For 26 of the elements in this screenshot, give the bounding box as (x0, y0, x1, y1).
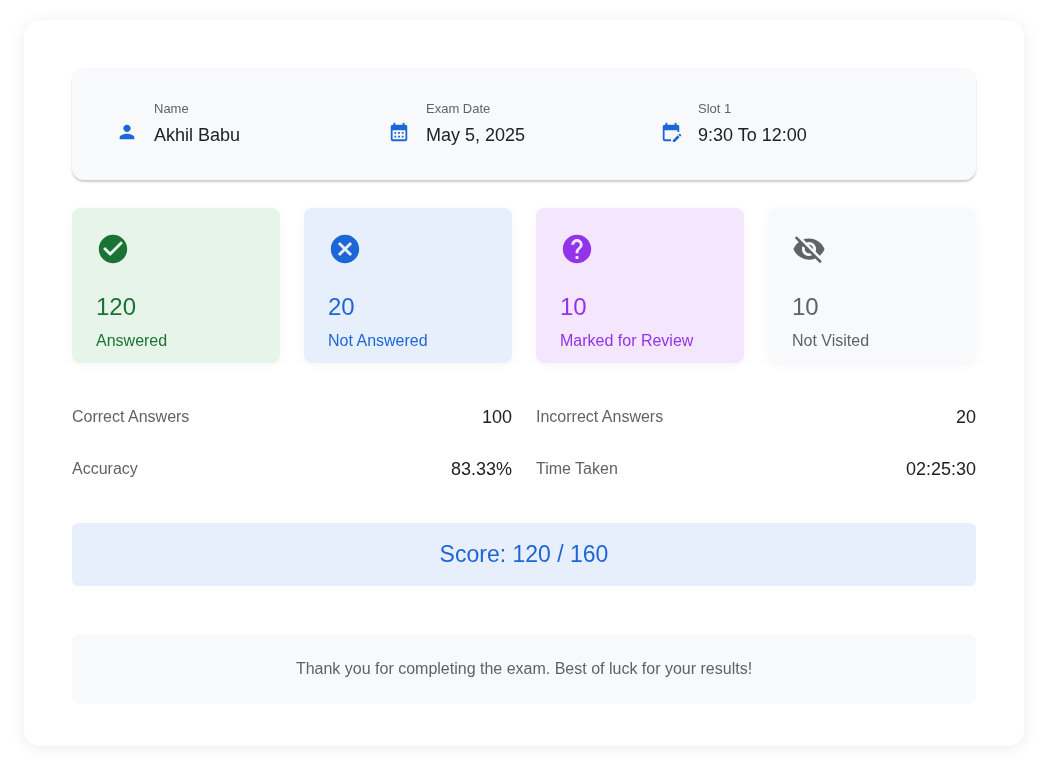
metric-label: Time Taken (536, 459, 618, 479)
metric-value: 100 (481, 405, 512, 429)
calendar-icon (660, 121, 682, 143)
stat-count: 20 (328, 292, 356, 322)
detail-value: May 5, 2025 (426, 124, 526, 148)
metric-value: 20 (955, 405, 976, 429)
metric-value: 02:25:30 (905, 457, 976, 481)
stat-label: Marked for Review (560, 331, 695, 351)
detail-value: Akhil Babu (154, 124, 241, 148)
stat-label: Answered (96, 331, 169, 351)
calendar-icon (388, 121, 410, 143)
detail-label: Slot 1 (698, 99, 733, 118)
stat-count: 10 (792, 292, 820, 322)
detail-label: Exam Date (426, 99, 492, 118)
metric-value: 83.33% (450, 457, 512, 481)
metric-label: Incorrect Answers (536, 407, 664, 427)
metric-label: Accuracy (72, 459, 138, 479)
metric-label: Correct Answers (72, 407, 190, 427)
detail-value: 9:30 To 12:00 (698, 124, 807, 148)
detail-label: Name (154, 99, 190, 118)
stat-count: 10 (560, 292, 588, 322)
stat-label: Not Visited (792, 331, 871, 351)
stat-label: Not Answered (328, 331, 429, 351)
thank-you-message: Thank you for completing the exam. Best of luck for your results! (72, 634, 976, 704)
score-banner: Score: 120 / 160 (72, 523, 976, 586)
stat-count: 120 (96, 292, 138, 322)
